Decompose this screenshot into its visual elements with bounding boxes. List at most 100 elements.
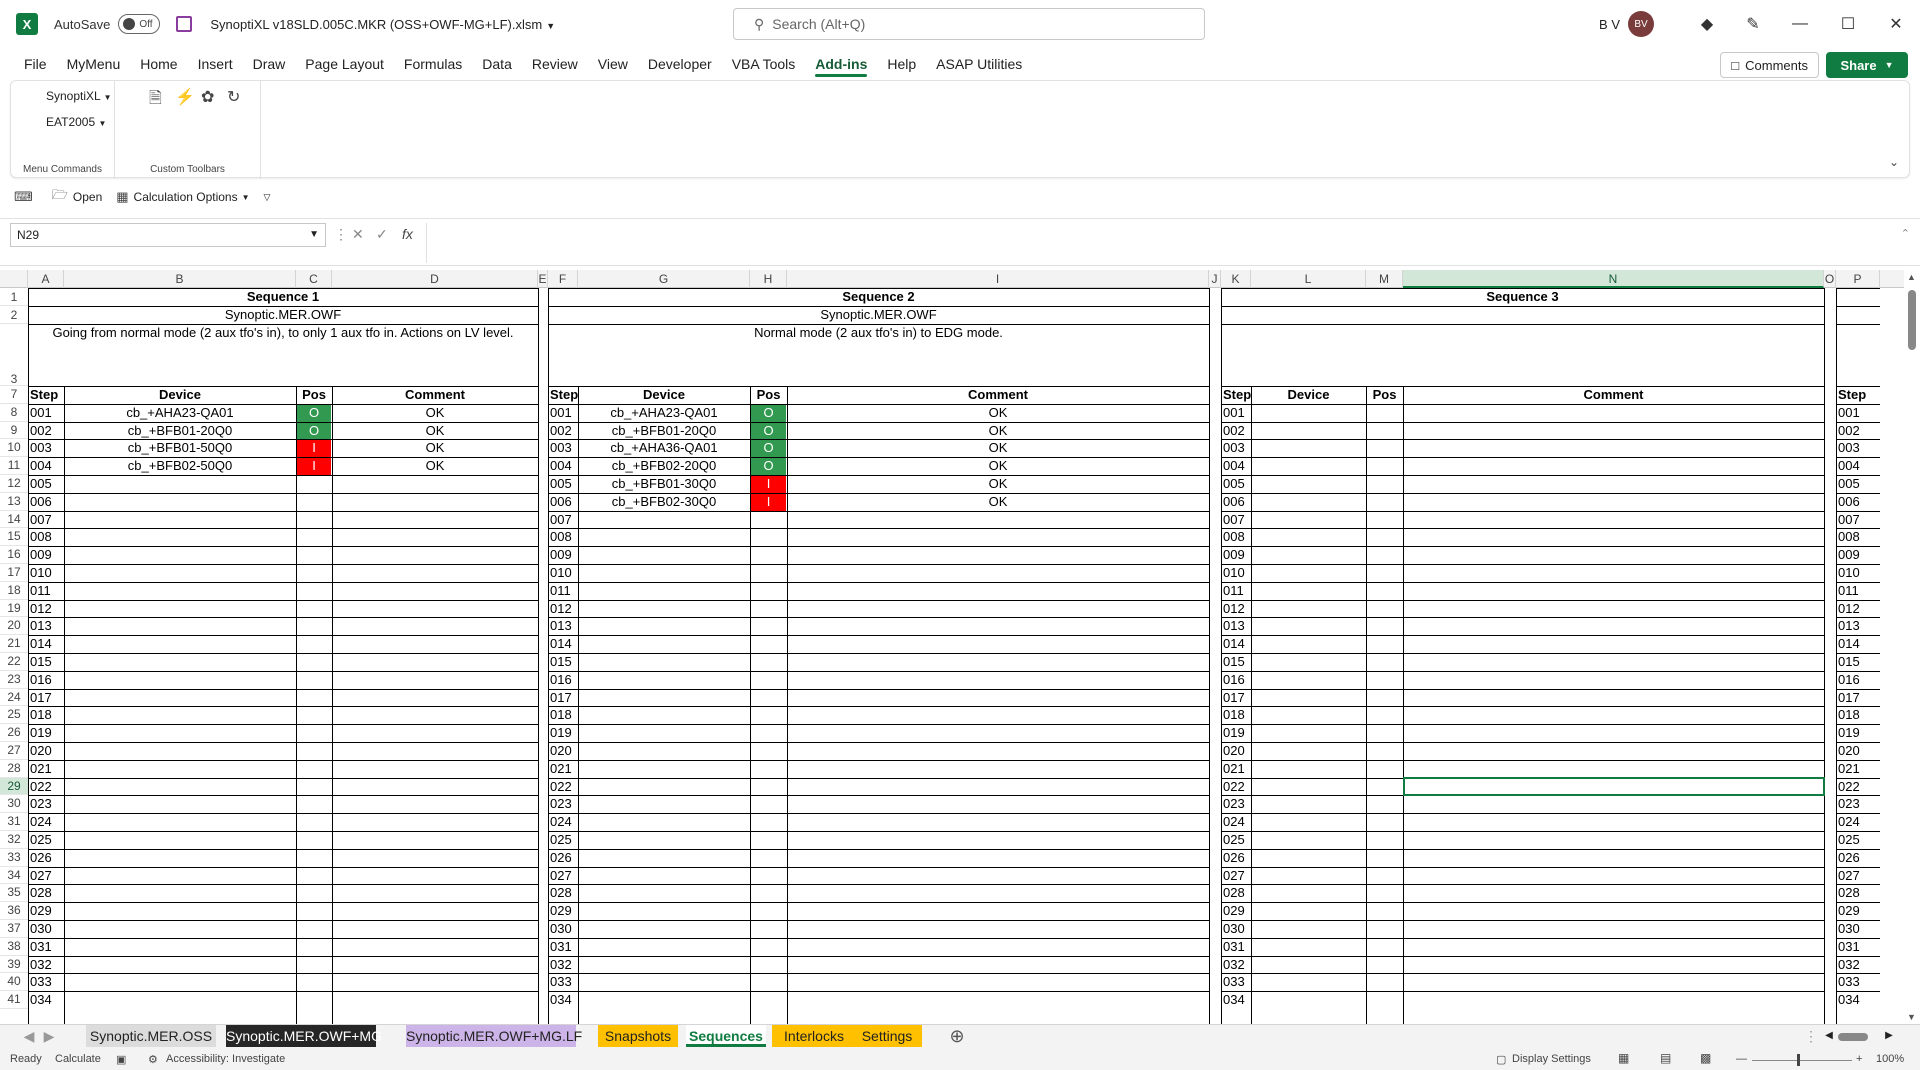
sheet-tab-snapshots[interactable]: Snapshots bbox=[598, 1025, 678, 1047]
comment-cell[interactable]: OK bbox=[787, 422, 1209, 440]
name-box[interactable]: N29 ▼ bbox=[10, 223, 326, 247]
row-header-31[interactable]: 31 bbox=[0, 813, 28, 831]
zoom-slider[interactable] bbox=[1752, 1060, 1852, 1061]
file-name[interactable]: SynoptiXL v18SLD.005C.MKR (OSS+OWF-MG+LF… bbox=[210, 17, 555, 32]
macro-record-icon[interactable]: ▣ bbox=[116, 1053, 126, 1066]
step-number[interactable]: 025 bbox=[1838, 831, 1882, 849]
zoom-slider-thumb[interactable] bbox=[1797, 1054, 1800, 1066]
add-sheet-icon[interactable]: ⊕ bbox=[948, 1025, 966, 1047]
step-number[interactable]: 025 bbox=[30, 831, 66, 849]
step-number[interactable]: 034 bbox=[1223, 991, 1253, 1009]
tab-home[interactable]: Home bbox=[130, 48, 187, 80]
scroll-up-icon[interactable]: ▲ bbox=[1907, 272, 1916, 282]
step-number[interactable]: 026 bbox=[1838, 849, 1882, 867]
row-header-28[interactable]: 28 bbox=[0, 760, 28, 778]
step-number[interactable]: 013 bbox=[550, 617, 580, 635]
row-header-16[interactable]: 16 bbox=[0, 546, 28, 564]
row-header-40[interactable]: 40 bbox=[0, 973, 28, 992]
step-number[interactable]: 016 bbox=[30, 671, 66, 689]
step-number[interactable]: 010 bbox=[1838, 564, 1882, 582]
pos-cell[interactable]: I bbox=[297, 440, 331, 458]
step-number[interactable]: 009 bbox=[1223, 546, 1253, 564]
step-number[interactable]: 012 bbox=[30, 600, 66, 618]
device-cell[interactable]: cb_+BFB02-30Q0 bbox=[578, 493, 750, 511]
step-number[interactable]: 026 bbox=[550, 849, 580, 867]
column-header-f[interactable]: F bbox=[548, 270, 578, 288]
qat-customize-icon[interactable]: ▽ bbox=[264, 192, 271, 203]
tab-scroll-right-icon[interactable]: ▶ bbox=[42, 1025, 56, 1047]
step-number[interactable]: 030 bbox=[1838, 920, 1882, 938]
step-number[interactable]: 030 bbox=[1223, 920, 1253, 938]
ribbon-collapse-icon[interactable]: ⌄ bbox=[1889, 155, 1899, 169]
row-header-10[interactable]: 10 bbox=[0, 439, 28, 458]
worksheet-grid[interactable]: ABCDEFGHIJKLMNOP 1 2 3 7 8 9 10 11 12 13 14 15 16 17 1… bbox=[0, 270, 1920, 1024]
step-number[interactable]: 027 bbox=[550, 867, 580, 885]
step-number[interactable]: 008 bbox=[1223, 528, 1253, 546]
row-header-18[interactable]: 18 bbox=[0, 582, 28, 600]
step-number[interactable]: 008 bbox=[30, 528, 66, 546]
device-cell[interactable]: cb_+AHA23-QA01 bbox=[578, 404, 750, 422]
step-number[interactable]: 024 bbox=[550, 813, 580, 831]
tab-asap-utilities[interactable]: ASAP Utilities bbox=[926, 48, 1032, 80]
step-number[interactable]: 019 bbox=[550, 724, 580, 742]
step-number[interactable]: 005 bbox=[1838, 475, 1882, 493]
step-number[interactable]: 028 bbox=[30, 884, 66, 902]
share-button[interactable]: Share ▼ bbox=[1826, 52, 1908, 78]
row-header-21[interactable]: 21 bbox=[0, 635, 28, 653]
comment-cell[interactable]: OK bbox=[332, 439, 538, 457]
column-header-c[interactable]: C bbox=[296, 270, 332, 288]
step-number[interactable]: 030 bbox=[30, 920, 66, 938]
step-number[interactable]: 031 bbox=[1223, 938, 1253, 956]
step-number[interactable]: 002 bbox=[30, 422, 66, 440]
step-number[interactable]: 002 bbox=[550, 422, 580, 440]
step-number[interactable]: 001 bbox=[30, 404, 66, 422]
step-number[interactable]: 028 bbox=[550, 884, 580, 902]
step-number[interactable]: 020 bbox=[550, 742, 580, 760]
step-number[interactable]: 031 bbox=[1838, 938, 1882, 956]
step-number[interactable]: 017 bbox=[1838, 689, 1882, 707]
zoom-level[interactable]: 100% bbox=[1876, 1053, 1904, 1065]
row-header-7[interactable]: 7 bbox=[0, 386, 28, 404]
step-number[interactable]: 020 bbox=[1838, 742, 1882, 760]
row-header-20[interactable]: 20 bbox=[0, 617, 28, 636]
open-button[interactable]: 🗁 Open bbox=[52, 186, 102, 208]
step-number[interactable]: 009 bbox=[550, 546, 580, 564]
sheet-tab-sequences[interactable]: Sequences bbox=[686, 1025, 766, 1047]
step-number[interactable]: 005 bbox=[1223, 475, 1253, 493]
step-number[interactable]: 017 bbox=[30, 689, 66, 707]
step-number[interactable]: 032 bbox=[550, 956, 580, 974]
step-number[interactable]: 032 bbox=[1223, 956, 1253, 974]
row-header-14[interactable]: 14 bbox=[0, 511, 28, 529]
minimize-icon[interactable]: — bbox=[1776, 15, 1824, 33]
device-cell[interactable]: cb_+BFB02-20Q0 bbox=[578, 457, 750, 475]
step-number[interactable]: 027 bbox=[30, 867, 66, 885]
step-number[interactable]: 015 bbox=[30, 653, 66, 671]
page-break-view-icon[interactable]: ▩ bbox=[1700, 1051, 1711, 1065]
step-number[interactable]: 018 bbox=[1838, 706, 1882, 724]
row-header-13[interactable]: 13 bbox=[0, 493, 28, 511]
tab-data[interactable]: Data bbox=[472, 48, 522, 80]
row-header-2[interactable]: 2 bbox=[0, 306, 28, 324]
maximize-icon[interactable]: ☐ bbox=[1824, 14, 1872, 34]
step-number[interactable]: 007 bbox=[550, 511, 580, 529]
step-number[interactable]: 018 bbox=[1223, 706, 1253, 724]
step-number[interactable]: 018 bbox=[550, 706, 580, 724]
row-header-24[interactable]: 24 bbox=[0, 689, 28, 707]
selected-cell[interactable] bbox=[1403, 776, 1825, 797]
step-number[interactable]: 010 bbox=[1223, 564, 1253, 582]
step-number[interactable]: 029 bbox=[550, 902, 580, 920]
row-header-11[interactable]: 11 bbox=[0, 457, 28, 475]
step-number[interactable]: 026 bbox=[30, 849, 66, 867]
tab-draw[interactable]: Draw bbox=[243, 48, 296, 80]
step-number[interactable]: 033 bbox=[550, 973, 580, 991]
sheet-tab-synoptic-mer-oss[interactable]: Synoptic.MER.OSS bbox=[86, 1025, 216, 1047]
step-number[interactable]: 015 bbox=[550, 653, 580, 671]
step-number[interactable]: 020 bbox=[1223, 742, 1253, 760]
device-cell[interactable]: cb_+AHA36-QA01 bbox=[578, 439, 750, 457]
row-header-38[interactable]: 38 bbox=[0, 938, 28, 956]
row-header-30[interactable]: 30 bbox=[0, 795, 28, 814]
tab-scroll-left-icon[interactable]: ◀ bbox=[22, 1025, 36, 1047]
step-number[interactable]: 024 bbox=[1838, 813, 1882, 831]
comment-cell[interactable]: OK bbox=[332, 404, 538, 422]
step-number[interactable]: 034 bbox=[550, 991, 580, 1009]
